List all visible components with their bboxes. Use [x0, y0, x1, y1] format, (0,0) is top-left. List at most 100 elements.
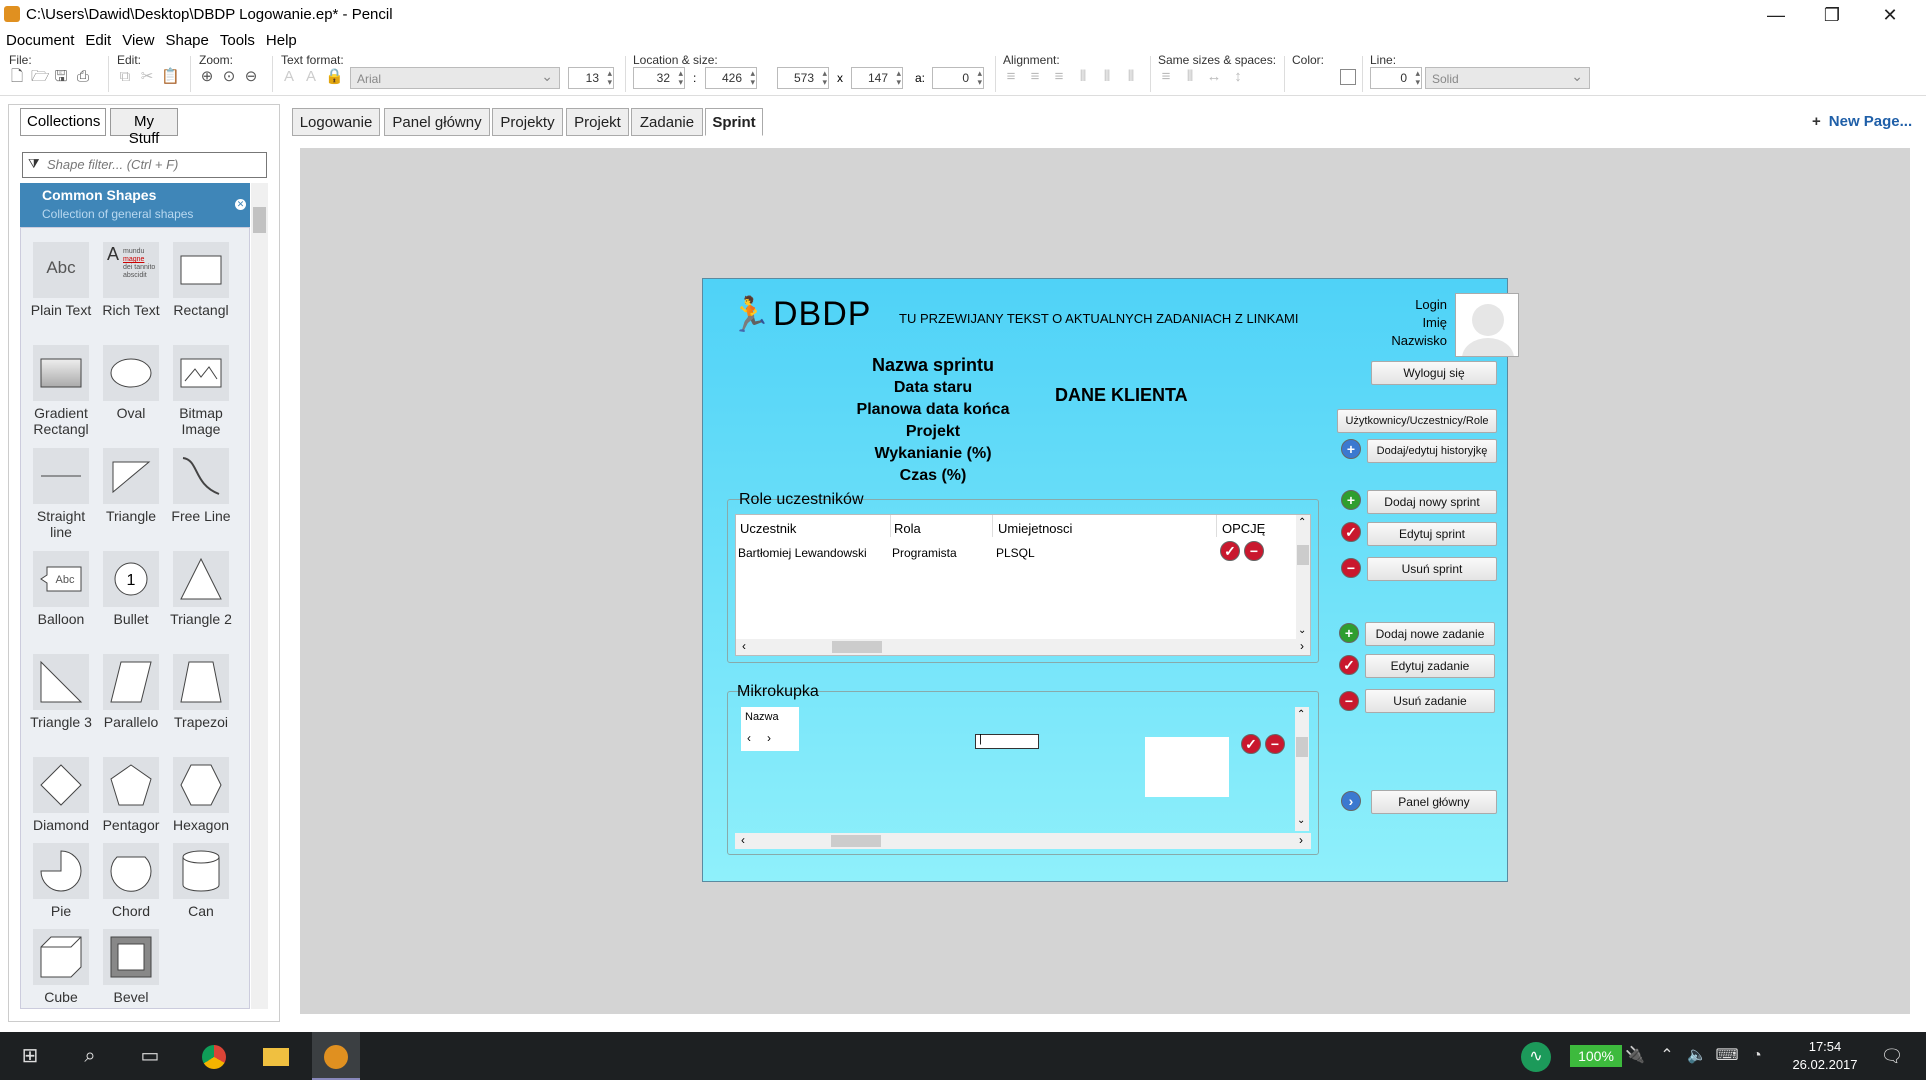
save-icon[interactable]: 🖫	[53, 69, 69, 85]
micro-next-icon[interactable]: ›	[767, 731, 771, 745]
shape-rectangle[interactable]: Rectangl	[166, 242, 236, 318]
menu-shape[interactable]: Shape	[159, 30, 213, 49]
shape-bevel[interactable]: Bevel	[96, 929, 166, 1005]
shape-diamond[interactable]: Diamond	[26, 757, 96, 833]
edit-task-button[interactable]: Edytuj zadanie	[1365, 654, 1495, 678]
micro-list[interactable]: Nazwa ‹ ›	[741, 707, 799, 751]
add-history-icon[interactable]: +	[1341, 439, 1361, 459]
delete-micro-icon[interactable]: −	[1265, 734, 1285, 754]
shape-triangle-3[interactable]: Triangle 3	[26, 654, 96, 730]
micro-input[interactable]: |	[975, 733, 1039, 749]
task-view-icon[interactable]: ▭	[126, 1032, 174, 1080]
chrome-icon[interactable]	[190, 1032, 238, 1080]
line-width-input[interactable]: 0	[1370, 67, 1422, 89]
sprint-mockup[interactable]: 🏃 DBDP TU PRZEWIJANY TEKST O AKTUALNYCH …	[702, 278, 1519, 882]
tab-projekt[interactable]: Projekt	[566, 108, 629, 136]
shape-triangle[interactable]: Triangle	[96, 448, 166, 524]
menu-tools[interactable]: Tools	[214, 30, 260, 49]
same-vspace-icon[interactable]: ↕	[1230, 69, 1246, 85]
micro-hscroll[interactable]: ‹ ›	[735, 833, 1311, 849]
same-height-icon[interactable]: ⫴	[1182, 69, 1198, 85]
shape-plain-text[interactable]: Abc Plain Text	[26, 242, 96, 318]
edit-task-icon[interactable]: ✓	[1339, 655, 1359, 675]
add-task-icon[interactable]: +	[1339, 623, 1359, 643]
tab-zadanie[interactable]: Zadanie	[631, 108, 703, 136]
shape-parallelogram[interactable]: Parallelo	[96, 654, 166, 730]
menu-help[interactable]: Help	[260, 30, 302, 49]
micro-vscroll[interactable]: ⌃ ⌄	[1295, 707, 1309, 831]
zoom-fit-icon[interactable]: ⊙	[221, 69, 237, 85]
main-panel-button[interactable]: Panel główny	[1371, 790, 1497, 814]
menu-view[interactable]: View	[116, 30, 159, 49]
print-icon[interactable]: ⎙	[75, 69, 91, 85]
shape-oval[interactable]: Oval	[96, 345, 166, 421]
edit-sprint-button[interactable]: Edytuj sprint	[1367, 522, 1497, 546]
volume-icon[interactable]: 🔈	[1682, 1032, 1712, 1080]
keyboard-icon[interactable]: ⌨	[1712, 1032, 1742, 1080]
align-bottom-icon[interactable]: ⫴	[1123, 69, 1139, 85]
tab-my-stuff[interactable]: My Stuff	[110, 108, 178, 147]
notifications-icon[interactable]: 🗨	[1868, 1032, 1916, 1080]
search-icon[interactable]: ⌕	[66, 1032, 114, 1080]
align-right-icon[interactable]: ≡	[1051, 69, 1067, 85]
lock-icon[interactable]: 🔒	[325, 69, 344, 85]
align-center-icon[interactable]: ≡	[1027, 69, 1043, 85]
shape-filter-input[interactable]: ⧩ Shape filter... (Ctrl + F)	[22, 152, 267, 178]
zoom-out-icon[interactable]: ⊖	[243, 69, 259, 85]
tab-logowanie[interactable]: Logowanie	[292, 108, 380, 136]
close-button[interactable]: ✕	[1862, 0, 1918, 30]
font-color-icon[interactable]: A	[281, 69, 297, 85]
font-family-select[interactable]: Arial	[350, 67, 560, 89]
chevron-up-icon[interactable]: ⌃	[1652, 1032, 1682, 1080]
shape-pentagon[interactable]: Pentagor	[96, 757, 166, 833]
copy-icon[interactable]: ⧉	[117, 69, 133, 85]
angle-input[interactable]: 0	[932, 67, 984, 89]
shape-chord[interactable]: Chord	[96, 843, 166, 919]
delete-sprint-icon[interactable]: −	[1341, 558, 1361, 578]
align-middle-icon[interactable]: ⫴	[1099, 69, 1115, 85]
wifi-icon[interactable]: ◔	[1742, 1032, 1772, 1080]
shape-triangle-2[interactable]: Triangle 2	[166, 551, 236, 627]
close-collection-icon[interactable]: ✕	[235, 199, 246, 210]
new-page-button[interactable]: + New Page...	[1812, 113, 1912, 130]
cut-icon[interactable]: ✂	[139, 69, 155, 85]
paste-icon[interactable]: 📋	[161, 69, 180, 85]
font-style-icon[interactable]: A	[303, 69, 319, 85]
delete-role-icon[interactable]: −	[1244, 541, 1264, 561]
same-hspace-icon[interactable]: ↔	[1206, 69, 1222, 85]
shape-gradient-rectangle[interactable]: Gradient Rectangl	[26, 345, 96, 437]
x-input[interactable]: 32	[633, 67, 685, 89]
shape-can[interactable]: Can	[166, 843, 236, 919]
minimize-button[interactable]: —	[1748, 0, 1804, 30]
y-input[interactable]: 426	[705, 67, 757, 89]
align-left-icon[interactable]: ≡	[1003, 69, 1019, 85]
zoom-in-icon[interactable]: ⊕	[199, 69, 215, 85]
collection-header[interactable]: Common Shapes Collection of general shap…	[20, 183, 250, 227]
tab-collections[interactable]: Collections	[20, 108, 106, 136]
line-style-select[interactable]: Solid	[1425, 67, 1590, 89]
main-panel-icon[interactable]: ›	[1341, 791, 1361, 811]
add-task-button[interactable]: Dodaj nowe zadanie	[1365, 622, 1495, 646]
new-doc-icon[interactable]: 🗋	[9, 69, 25, 85]
shape-bitmap-image[interactable]: Bitmap Image	[166, 345, 236, 437]
edit-micro-icon[interactable]: ✓	[1241, 734, 1261, 754]
history-button[interactable]: Dodaj/edytuj historyjkę	[1367, 439, 1497, 463]
shape-rich-text[interactable]: A mundu magne dei tannito abscidit Rich …	[96, 242, 166, 318]
battery-indicator[interactable]: 100%	[1570, 1045, 1622, 1067]
users-roles-button[interactable]: Użytkownicy/Uczestnicy/Role	[1337, 409, 1497, 433]
file-explorer-icon[interactable]	[252, 1032, 300, 1080]
align-top-icon[interactable]: ⫴	[1075, 69, 1091, 85]
delete-sprint-button[interactable]: Usuń sprint	[1367, 557, 1497, 581]
same-width-icon[interactable]: ≡	[1158, 69, 1174, 85]
add-sprint-button[interactable]: Dodaj nowy sprint	[1367, 490, 1497, 514]
micro-prev-icon[interactable]: ‹	[747, 731, 751, 745]
activity-icon[interactable]: ∿	[1512, 1032, 1560, 1080]
shape-hexagon[interactable]: Hexagon	[166, 757, 236, 833]
roles-vscroll[interactable]: ⌃ ⌄	[1296, 515, 1310, 639]
restore-button[interactable]: ❐	[1804, 0, 1860, 30]
power-plug-icon[interactable]: 🔌	[1618, 1032, 1652, 1080]
tab-panel-glowny[interactable]: Panel główny	[384, 108, 490, 136]
shape-straight-line[interactable]: Straight line	[26, 448, 96, 540]
tab-sprint[interactable]: Sprint	[705, 108, 763, 136]
delete-task-button[interactable]: Usuń zadanie	[1365, 689, 1495, 713]
